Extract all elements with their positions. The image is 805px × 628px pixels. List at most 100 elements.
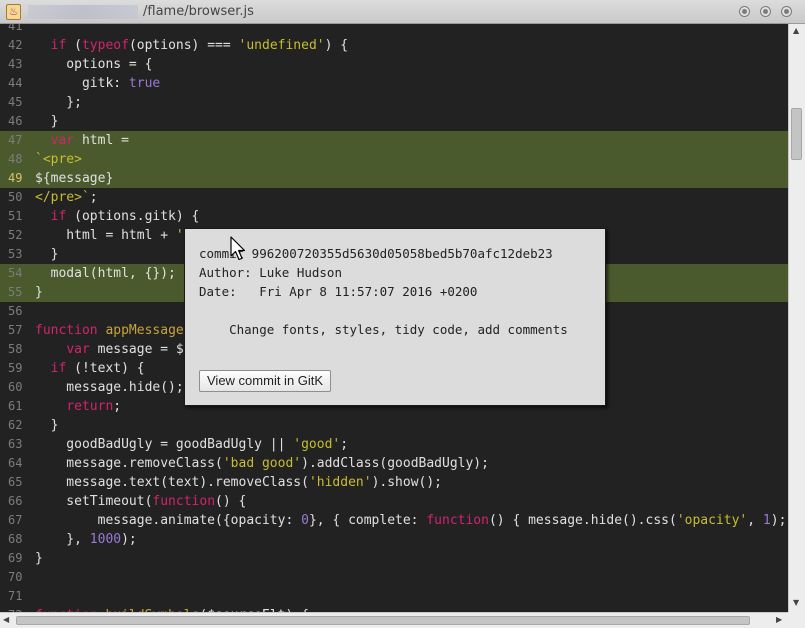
code-line[interactable]: 62 } xyxy=(0,416,788,435)
code-line[interactable]: 68 }, 1000); xyxy=(0,530,788,549)
code-token: 1000 xyxy=(89,532,122,547)
code-token: gitk: xyxy=(35,76,129,91)
line-number: 50 xyxy=(8,190,23,204)
line-number: 55 xyxy=(8,285,23,299)
code-line[interactable]: 71 xyxy=(0,587,788,606)
vertical-scroll-thumb[interactable] xyxy=(791,108,802,160)
code-line[interactable]: 67 message.animate({opacity: 0}, { compl… xyxy=(0,511,788,530)
scroll-left-icon[interactable]: ◀ xyxy=(3,615,9,625)
code-line[interactable]: 41 xyxy=(0,24,788,36)
commit-popup: commit 996200720355d5630d05058bed5b70afc… xyxy=(184,228,606,406)
code-token: } xyxy=(35,247,59,262)
code-text: message.removeClass('bad good').addClass… xyxy=(35,454,489,473)
line-number: 56 xyxy=(8,304,23,318)
code-token: `<pre> xyxy=(35,152,82,167)
code-token: (options) === xyxy=(128,38,239,53)
code-token: message.removeClass( xyxy=(35,456,223,471)
code-line[interactable]: 64 message.removeClass('bad good').addCl… xyxy=(0,454,788,473)
line-number: 52 xyxy=(8,228,23,242)
view-commit-in-gitk-button[interactable]: View commit in GitK xyxy=(199,370,332,392)
scroll-right-icon[interactable]: ▶ xyxy=(776,615,782,625)
line-number: 51 xyxy=(8,209,23,223)
code-text: </pre>`; xyxy=(35,188,98,207)
horizontal-scroll-thumb[interactable] xyxy=(16,616,750,625)
title-bar: ♨ /flame/browser.js xyxy=(0,0,805,24)
code-line[interactable]: 66 setTimeout(function() { xyxy=(0,492,788,511)
code-line[interactable]: 49 ${message} xyxy=(0,169,788,188)
code-line[interactable]: 47 var html = xyxy=(0,131,788,150)
line-number: 49 xyxy=(8,171,23,185)
flame-icon[interactable]: ♨ xyxy=(6,4,21,20)
code-token: } xyxy=(35,285,43,300)
code-line[interactable]: 46 } xyxy=(0,112,788,131)
code-token: }; xyxy=(35,95,82,110)
code-token: } xyxy=(35,114,59,129)
line-number: 60 xyxy=(8,380,23,394)
close-button[interactable] xyxy=(781,6,792,17)
code-token: setTimeout( xyxy=(35,494,153,509)
line-number: 70 xyxy=(8,570,23,584)
commit-message: Change fonts, styles, tidy code, add com… xyxy=(199,322,568,337)
code-line[interactable]: 42 if (typeof(options) === 'undefined') … xyxy=(0,36,788,55)
code-token: } xyxy=(35,551,43,566)
line-number: 67 xyxy=(8,513,23,527)
code-text: if (options.gitk) { xyxy=(35,207,200,226)
code-text: `<pre> xyxy=(35,150,82,169)
code-token: 'opacity' xyxy=(676,513,748,528)
code-line[interactable]: 63 goodBadUgly = goodBadUgly || 'good'; xyxy=(0,435,788,454)
code-text: } xyxy=(35,283,43,302)
code-line[interactable]: 65 message.text(text).removeClass('hidde… xyxy=(0,473,788,492)
code-line[interactable]: 70 xyxy=(0,568,788,587)
code-token: message.animate({opacity: xyxy=(35,513,302,528)
code-token: html = html + xyxy=(35,228,176,243)
line-number: 42 xyxy=(8,38,23,52)
code-line[interactable]: 45 }; xyxy=(0,93,788,112)
code-token: var xyxy=(66,342,90,357)
line-number: 46 xyxy=(8,114,23,128)
code-token: () { xyxy=(215,494,247,509)
scroll-down-icon[interactable]: ▼ xyxy=(793,598,799,608)
line-number: 58 xyxy=(8,342,23,356)
line-number: 61 xyxy=(8,399,23,413)
code-token: 0 xyxy=(301,513,309,528)
code-text: modal(html, {}); xyxy=(35,264,176,283)
code-token: 'bad good' xyxy=(222,456,302,471)
code-text: return; xyxy=(35,397,121,416)
code-token: ; xyxy=(113,399,122,414)
scroll-up-icon[interactable]: ▲ xyxy=(793,26,799,36)
code-line[interactable]: 44 gitk: true xyxy=(0,74,788,93)
code-token: 1 xyxy=(762,513,771,528)
code-text: gitk: true xyxy=(35,74,160,93)
code-line[interactable]: 51 if (options.gitk) { xyxy=(0,207,788,226)
horizontal-scrollbar[interactable]: ◀ ▶ xyxy=(0,612,788,628)
redacted-path xyxy=(28,5,138,19)
line-number: 63 xyxy=(8,437,23,451)
maximize-button[interactable] xyxy=(760,6,771,17)
code-line[interactable]: 43 options = { xyxy=(0,55,788,74)
code-token: 'good' xyxy=(293,437,341,452)
minimize-button[interactable] xyxy=(739,6,750,17)
line-number: 65 xyxy=(8,475,23,489)
line-number: 53 xyxy=(8,247,23,261)
code-token: ).addClass(goodBadUgly); xyxy=(301,456,489,471)
code-text: var html = xyxy=(35,131,129,150)
code-token: var xyxy=(50,133,75,148)
line-number: 59 xyxy=(8,361,23,375)
code-line[interactable]: 48 `<pre> xyxy=(0,150,788,169)
code-text: }, 1000); xyxy=(35,530,136,549)
code-token: } xyxy=(35,418,59,433)
line-number: 54 xyxy=(8,266,23,280)
code-token: typeof xyxy=(81,38,129,53)
code-text: } xyxy=(35,416,59,435)
code-token: function xyxy=(426,513,489,528)
vertical-scrollbar[interactable]: ▲ ▼ xyxy=(788,24,805,612)
code-line[interactable]: 69} xyxy=(0,549,788,568)
code-token: goodBadUgly = goodBadUgly || xyxy=(35,437,294,452)
code-token: ( xyxy=(66,38,82,53)
code-line[interactable]: 50 </pre>`; xyxy=(0,188,788,207)
code-text: if (typeof(options) === 'undefined') { xyxy=(35,36,348,55)
